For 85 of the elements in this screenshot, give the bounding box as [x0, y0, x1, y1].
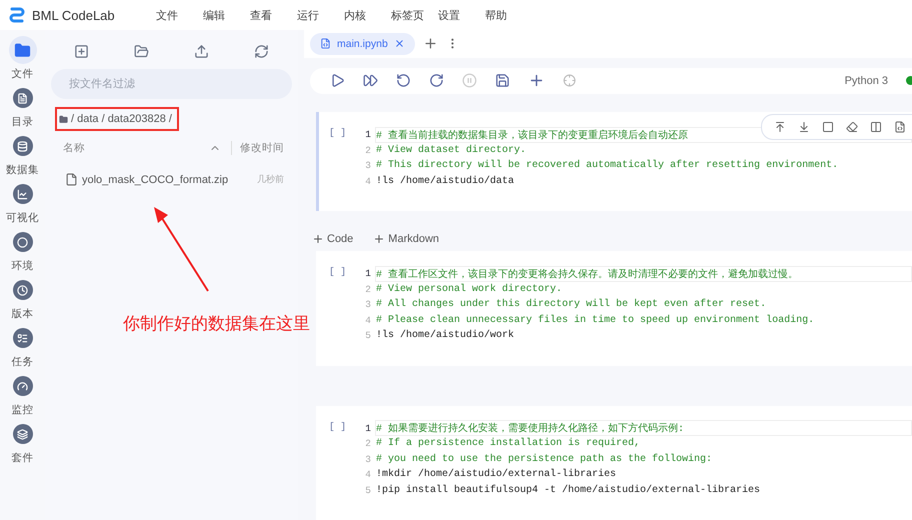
sidebar-label[interactable]: 目录 [12, 115, 34, 129]
split-icon[interactable] [870, 121, 882, 133]
notebook-tab[interactable]: main.ipynb [310, 32, 415, 55]
code-line: !mkdir /home/aistudio/external-libraries [375, 468, 618, 482]
save-icon[interactable] [495, 73, 510, 88]
sidebar-label[interactable]: 数据集 [6, 163, 39, 177]
new-folder-icon[interactable] [134, 44, 149, 59]
line-number: 3 [364, 160, 371, 172]
folder-icon [59, 114, 68, 124]
cell-prompt: [ ] [329, 266, 348, 279]
kernel-status-icon [906, 76, 912, 86]
code-line: # View personal work directory. [375, 282, 564, 296]
code-line: !ls /home/aistudio/data [375, 174, 516, 188]
line-number: 4 [364, 176, 371, 187]
menu-item[interactable]: 设置 [438, 8, 485, 22]
add-cell-button[interactable]: Code [312, 233, 354, 245]
sidebar-label[interactable]: 文件 [12, 67, 34, 81]
code-cell[interactable]: [ ] 1 # 查看当前挂载的数据集目录，该目录下的变更重启环境后会自动还原 2 # View dataset directory. 3 # This directory will be recovered automatically after resetting environment. 4 !ls /home/aistudio/data [316, 112, 912, 211]
close-icon[interactable] [394, 38, 405, 50]
menu-item[interactable]: 帮助 [485, 8, 532, 22]
filter-field[interactable]: 按文件名过滤 [51, 69, 292, 99]
menu-item[interactable]: 内核 [344, 8, 391, 22]
restart-icon[interactable] [429, 73, 444, 88]
insert-below-icon[interactable] [798, 121, 810, 133]
restart-run-icon[interactable] [396, 73, 411, 88]
upload-icon[interactable] [194, 44, 210, 59]
breadcrumb-path[interactable]: / data / data203828 / [71, 113, 172, 125]
suite-icon[interactable] [12, 424, 32, 444]
sidebar-label[interactable]: 版本 [12, 307, 34, 321]
menu-item[interactable]: 运行 [297, 8, 344, 22]
code-file-icon[interactable] [894, 121, 906, 133]
code-line: # All changes under this directory will be kept even after reset. [375, 298, 768, 312]
logo-icon [8, 6, 26, 24]
line-number: 5 [364, 330, 371, 342]
code-line: !pip install beautifulsoup4 -t /home/aistudio/external-libraries [375, 484, 762, 497]
cell-prompt: [ ] [329, 420, 348, 434]
sidebar-label[interactable]: 可视化 [6, 211, 39, 225]
dataset-icon[interactable] [12, 136, 32, 156]
file-icon [65, 173, 78, 186]
new-file-icon[interactable] [74, 44, 89, 59]
sidebar-label[interactable]: 套件 [12, 451, 34, 465]
modified-time: 几秒前 [257, 173, 284, 186]
notebook-icon [320, 38, 331, 50]
line-number: 1 [364, 129, 371, 140]
line-number: 2 [364, 284, 371, 295]
code-line: # This directory will be recovered automatically after resetting environment. [375, 159, 840, 172]
eraser-icon[interactable] [846, 121, 858, 133]
sidebar-label[interactable]: 监控 [12, 403, 34, 417]
code-line: # If a persistence installation is required, [375, 437, 642, 450]
folder-icon[interactable] [8, 36, 36, 64]
list-icon[interactable] [12, 88, 32, 108]
code-line: !ls /home/aistudio/work [375, 329, 516, 342]
insert-above-icon[interactable] [774, 121, 786, 133]
add-cell-button[interactable]: Markdown [373, 233, 440, 245]
line-number: 4 [364, 469, 371, 480]
kernel-name[interactable]: Python 3 [844, 74, 888, 87]
play-icon[interactable] [330, 73, 345, 88]
plus-icon [373, 233, 386, 245]
line-number: 1 [364, 422, 371, 434]
sidebar-label[interactable]: 环境 [12, 259, 34, 273]
chart-icon[interactable] [12, 184, 32, 204]
file-name[interactable]: yolo_mask_COCO_format.zip [82, 174, 253, 186]
line-number: 5 [364, 484, 371, 496]
run-all-icon[interactable] [363, 73, 378, 88]
line-number: 4 [364, 314, 371, 326]
plus-icon [312, 233, 324, 245]
line-number: 3 [364, 454, 371, 465]
app-name: BML CodeLab [32, 8, 115, 22]
line-number: 1 [364, 268, 371, 280]
menu-item[interactable]: 编辑 [203, 8, 250, 22]
code-line: # you need to use the persistence path as the following: [375, 452, 714, 466]
menu-item[interactable]: 文件 [156, 8, 203, 22]
menu-item[interactable]: 标签页 [391, 8, 438, 22]
annotation-caption: 你制作好的数据集在这里 [123, 313, 310, 335]
refresh-icon[interactable] [254, 44, 270, 59]
line-number: 2 [364, 438, 371, 450]
cell-prompt: [ ] [329, 127, 348, 140]
task-icon[interactable] [12, 328, 32, 348]
line-number: 3 [364, 299, 371, 310]
sidebar-label[interactable]: 任务 [12, 355, 34, 369]
code-line: # Please clean unnecessary files in time to speed up environment loading. [375, 314, 816, 327]
line-number: 2 [364, 144, 371, 156]
code-line: # View dataset directory. [375, 144, 528, 157]
menu-item[interactable]: 查看 [250, 8, 297, 22]
add-tab-icon[interactable] [422, 36, 438, 52]
